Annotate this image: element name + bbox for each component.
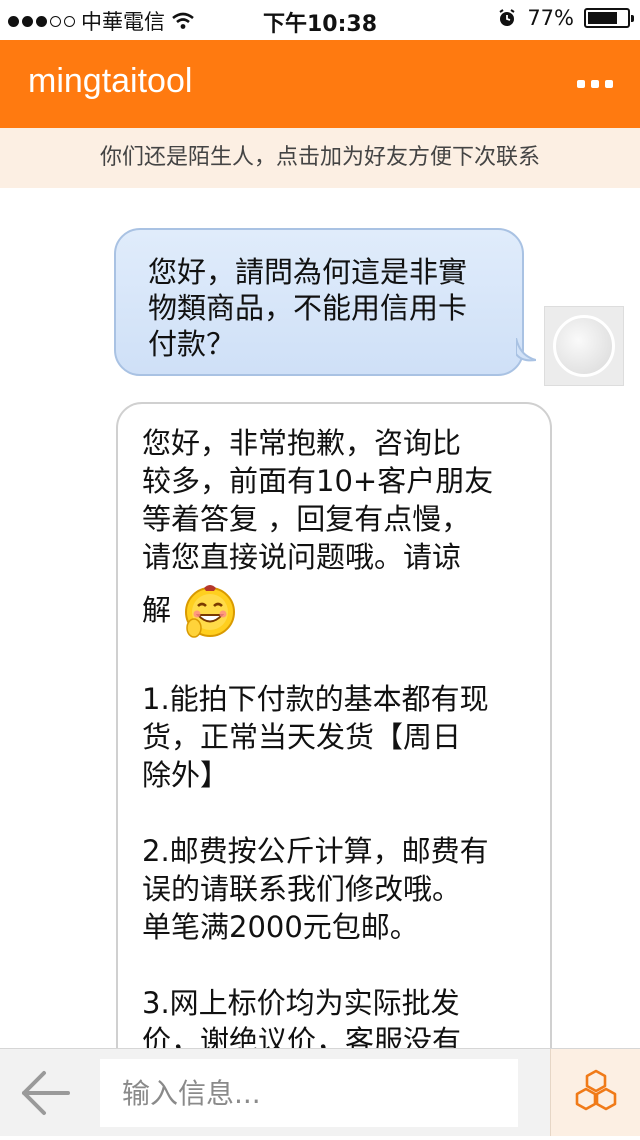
chat-area[interactable]: 您好，請問為何這是非實 物類商品，不能用信用卡 付款？ 您好，非常抱歉，咨询比 …: [0, 188, 640, 1048]
more-dots-icon: [605, 80, 613, 88]
tools-button[interactable]: [550, 1049, 640, 1136]
message-line: 2.邮费按公斤计算，邮费有: [142, 834, 489, 868]
message-line: 您好，非常抱歉，咨询比: [142, 426, 462, 460]
more-dots-icon: [577, 80, 585, 88]
message-line: 付款？: [148, 327, 236, 361]
message-input[interactable]: [100, 1059, 518, 1127]
back-button[interactable]: [18, 1067, 74, 1119]
more-dots-icon: [591, 80, 599, 88]
message-line: 1.能拍下付款的基本都有现: [142, 682, 489, 716]
back-arrow-icon: [22, 1071, 70, 1115]
message-line: 等着答复 ，回复有点慢，: [142, 502, 471, 536]
message-text: 解: [142, 593, 172, 627]
message-line: 价，谢绝议价，客服没有: [142, 1024, 462, 1048]
message-line: 误的请联系我们修改哦。: [142, 872, 462, 906]
message-line: 单笔满2000元包邮。: [142, 910, 419, 944]
battery-percent: 77%: [527, 6, 574, 30]
page-title: mingtaitool: [28, 62, 193, 100]
message-line: 较多，前面有10+客户朋友: [142, 464, 494, 498]
message-line: 请您直接说问题哦。请谅: [142, 540, 462, 574]
outgoing-message-bubble[interactable]: 您好，請問為何這是非實 物類商品，不能用信用卡 付款？: [114, 228, 524, 376]
message-line: 除外】: [142, 758, 230, 792]
message-line: 您好，請問為何這是非實: [148, 255, 468, 289]
message-line: 货，正常当天发货【周日: [142, 720, 462, 754]
input-bar: [0, 1048, 640, 1136]
grinning-emoji-icon: [180, 582, 240, 642]
bubble-tail: [516, 338, 536, 362]
message-line: 物類商品，不能用信用卡: [148, 291, 468, 325]
message-line-with-emoji: 解: [142, 582, 524, 642]
battery-icon: [584, 8, 634, 28]
avatar-image: [553, 315, 615, 377]
status-bar: 中華電信 下午10:38 77%: [0, 0, 640, 40]
more-button[interactable]: [572, 70, 618, 98]
avatar[interactable]: [544, 306, 624, 386]
nav-bar: mingtaitool: [0, 40, 640, 128]
status-right: 77%: [497, 6, 634, 30]
incoming-message-bubble[interactable]: 您好，非常抱歉，咨询比 较多，前面有10+客户朋友 等着答复 ，回复有点慢， 请…: [116, 402, 552, 1048]
message-line: 3.网上标价均为实际批发: [142, 986, 460, 1020]
alarm-icon: [499, 9, 515, 26]
battery-fill: [588, 12, 617, 24]
add-friend-notice[interactable]: 你们还是陌生人，点击加为好友方便下次联系: [0, 128, 640, 188]
hexagon-tools-icon: [575, 1069, 617, 1111]
